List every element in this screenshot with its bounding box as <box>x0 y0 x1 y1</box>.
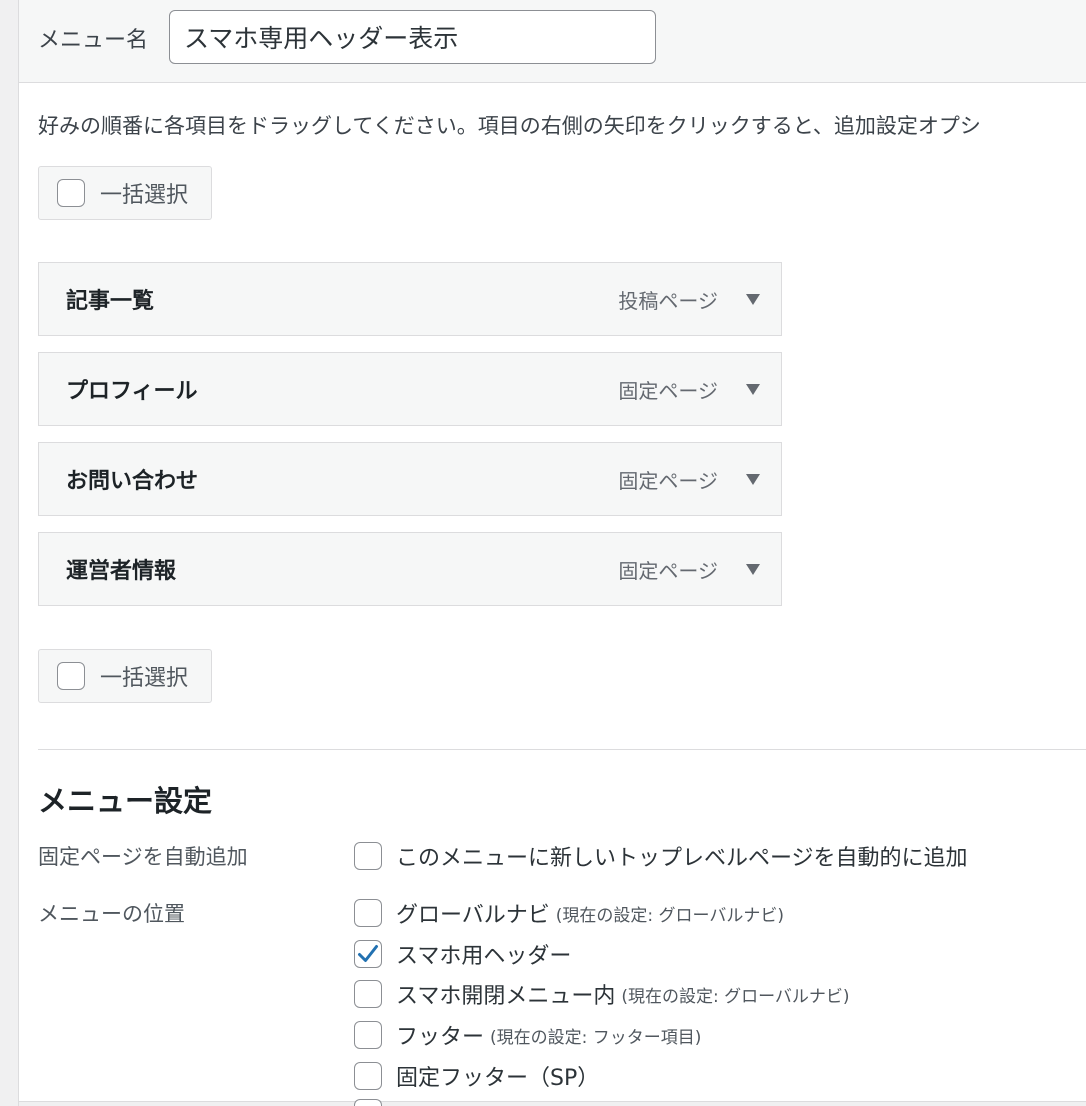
location-option-note: (現在の設定: フッター項目) <box>490 1027 702 1048</box>
menu-item[interactable]: 運営者情報 固定ページ <box>38 532 782 606</box>
auto-add-option-label: このメニューに新しいトップレベルページを自動的に追加 <box>396 846 968 871</box>
location-checkbox[interactable] <box>354 940 382 968</box>
location-option-label: スマホ開閉メニュー内 <box>396 984 616 1009</box>
location-option-footer[interactable]: フッター (現在の設定: フッター項目) <box>354 1019 701 1051</box>
bulk-select-bottom[interactable]: 一括選択 <box>38 649 212 703</box>
menu-item-title: 運営者情報 <box>66 559 177 584</box>
auto-add-label: 固定ページを自動追加 <box>38 845 248 869</box>
menu-edit-panel: メニュー名 好みの順番に各項目をドラッグしてください。項目の右側の矢印をクリック… <box>18 0 1086 1106</box>
location-checkbox[interactable] <box>354 899 382 927</box>
location-option-note: (現在の設定: グローバルナビ) <box>555 905 785 926</box>
menu-item-title: お問い合わせ <box>66 469 199 494</box>
triangle-down-icon[interactable] <box>745 291 761 307</box>
auto-add-checkbox[interactable] <box>354 842 382 870</box>
menu-header-bar: メニュー名 <box>19 0 1086 83</box>
location-option-label: スマホ用ヘッダー <box>396 944 572 969</box>
menu-instructions: 好みの順番に各項目をドラッグしてください。項目の右側の矢印をクリックすると、追加… <box>38 114 981 138</box>
menu-item-type: 投稿ページ <box>618 288 718 313</box>
menu-item[interactable]: 記事一覧 投稿ページ <box>38 262 782 336</box>
bulk-select-label: 一括選択 <box>100 666 189 691</box>
menu-item[interactable]: お問い合わせ 固定ページ <box>38 442 782 516</box>
location-option-label: フッター <box>396 1025 485 1050</box>
menu-settings-title: メニュー設定 <box>38 784 213 818</box>
menu-item-type: 固定ページ <box>618 378 718 403</box>
location-option-label: 固定フッター（SP） <box>396 1066 600 1091</box>
menu-location-label: メニューの位置 <box>38 902 185 926</box>
menu-name-input[interactable] <box>169 10 656 64</box>
auto-add-option[interactable]: このメニューに新しいトップレベルページを自動的に追加 <box>354 840 968 872</box>
location-option-fixed-footer-sp[interactable]: 固定フッター（SP） <box>354 1060 605 1092</box>
menu-item[interactable]: プロフィール 固定ページ <box>38 352 782 426</box>
checkmark-icon <box>358 945 378 962</box>
location-option-sp-header[interactable]: スマホ用ヘッダー <box>354 938 577 970</box>
bulk-select-checkbox[interactable] <box>57 662 85 690</box>
bulk-select-label: 一括選択 <box>100 183 189 208</box>
location-checkbox[interactable] <box>354 1021 382 1049</box>
bulk-select-checkbox[interactable] <box>57 179 85 207</box>
triangle-down-icon[interactable] <box>745 381 761 397</box>
location-option-sp-drawer[interactable]: スマホ開閉メニュー内 (現在の設定: グローバルナビ) <box>354 978 850 1010</box>
bulk-select-top[interactable]: 一括選択 <box>38 166 212 220</box>
menu-name-label: メニュー名 <box>38 28 149 53</box>
menu-item-type: 固定ページ <box>618 558 718 583</box>
location-option-label: グローバルナビ <box>396 903 550 928</box>
menu-item-type: 固定ページ <box>618 468 718 493</box>
location-checkbox-partial[interactable] <box>354 1099 382 1106</box>
menu-item-title: プロフィール <box>66 379 198 404</box>
triangle-down-icon[interactable] <box>745 561 761 577</box>
location-option-note: (現在の設定: グローバルナビ) <box>621 986 850 1007</box>
section-divider <box>38 749 1086 750</box>
panel-bottom-edge <box>19 1101 1086 1106</box>
menu-item-title: 記事一覧 <box>66 289 155 314</box>
location-option-global-nav[interactable]: グローバルナビ (現在の設定: グローバルナビ) <box>354 897 784 929</box>
location-checkbox[interactable] <box>354 980 382 1008</box>
location-checkbox[interactable] <box>354 1062 382 1090</box>
triangle-down-icon[interactable] <box>745 471 761 487</box>
